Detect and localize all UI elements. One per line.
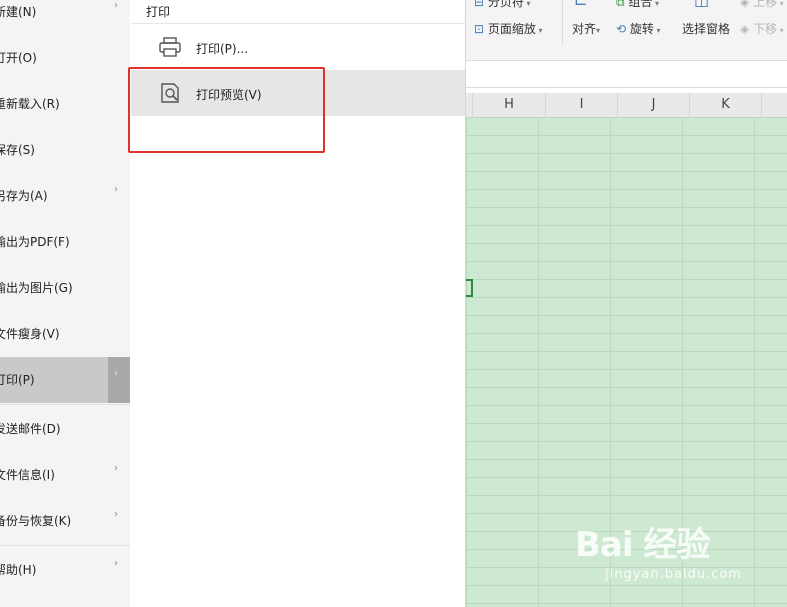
spreadsheet-grid[interactable] [466, 117, 787, 607]
menu-divider [0, 545, 130, 546]
menu-item-reload[interactable]: 重新载入(R) [0, 81, 130, 127]
move-down-label: 下移 [753, 22, 778, 36]
rotate-button[interactable]: ⟲ 旋转 ▾ [616, 20, 660, 37]
menu-item-label: 发送邮件(D) [0, 422, 61, 436]
move-up-label: 上移 [753, 0, 778, 9]
submenu-title: 打印 [146, 5, 171, 19]
page-break-button[interactable]: ⊟ 分页符 ▾ [474, 0, 530, 10]
align-label: 对齐 [572, 22, 597, 36]
column-header-j[interactable]: J [618, 93, 690, 117]
page-break-icon: ⊟ [474, 0, 485, 9]
menu-item-label: 备份与恢复(K) [0, 514, 72, 528]
menu-item-label: 打印(P) [0, 373, 35, 387]
menu-item-label: 输出为PDF(F) [0, 235, 70, 249]
print-button[interactable]: 打印(P)... [131, 24, 465, 70]
selection-pane-icon: ◫ [694, 0, 709, 9]
menu-item-label: 输出为图片(G) [0, 281, 73, 295]
menu-item-label: 打开(O) [0, 51, 37, 65]
menu-item-label: 帮助(H) [0, 563, 37, 577]
ribbon-toolbar: ⊟ 分页符 ▾ ⊡ 页面缩放 ▾ ⊏ 对齐▾ ⧉ 组合 ▾ ⟲ 旋转 ▾ ◫ 选… [466, 0, 787, 61]
menu-item-label: 保存(S) [0, 143, 35, 157]
chevron-right-icon: › [114, 0, 118, 11]
rotate-icon: ⟲ [616, 22, 627, 36]
group-icon: ⧉ [616, 0, 625, 9]
menu-item-backup-restore[interactable]: 备份与恢复(K) › [0, 498, 130, 544]
page-zoom-button[interactable]: ⊡ 页面缩放 ▾ [474, 20, 542, 37]
menu-divider [0, 404, 130, 405]
submenu-arrow-cell[interactable] [108, 357, 130, 403]
column-header-i[interactable]: I [546, 93, 618, 117]
chevron-right-icon: › [114, 509, 118, 520]
menu-item-file-info[interactable]: 文件信息(I) › [0, 452, 130, 498]
menu-item-help[interactable]: 帮助(H) › [0, 547, 130, 593]
chevron-right-icon: › [114, 558, 118, 569]
column-header-row: H I J K [466, 93, 787, 118]
print-preview-icon [158, 82, 182, 104]
print-preview-label: 打印预览(V) [196, 88, 262, 102]
move-up-icon: ◈ [740, 0, 750, 9]
page-zoom-icon: ⊡ [474, 22, 485, 36]
menu-item-save-as[interactable]: 另存为(A) › [0, 173, 130, 219]
print-submenu: 打印 打印(P)... 打印预览(V) [131, 0, 466, 607]
chevron-right-icon: › [114, 368, 118, 379]
align-button[interactable]: 对齐▾ [572, 20, 600, 37]
menu-item-label: 重新载入(R) [0, 97, 60, 111]
selection-pane-label: 选择窗格 [682, 22, 731, 36]
menu-item-send-mail[interactable]: 发送邮件(D) [0, 406, 130, 452]
formula-bar[interactable] [466, 61, 787, 88]
page-zoom-label: 页面缩放 [487, 22, 536, 36]
selection-pane-button[interactable]: 选择窗格 [682, 20, 730, 37]
align-icon[interactable]: ⊏ [574, 0, 587, 9]
column-header-h[interactable]: H [473, 93, 546, 117]
menu-item-save[interactable]: 保存(S) [0, 127, 130, 173]
group-label: 组合 [628, 0, 653, 9]
move-down-icon: ◈ [740, 22, 750, 36]
chevron-right-icon: › [114, 184, 118, 195]
ribbon-separator [562, 0, 563, 46]
column-header-k[interactable]: K [690, 93, 762, 117]
menu-item-export-image[interactable]: 输出为图片(G) [0, 265, 130, 311]
active-cell-border [466, 279, 473, 297]
menu-item-new[interactable]: 新建(N) › [0, 0, 130, 35]
print-preview-button[interactable]: 打印预览(V) [131, 70, 465, 116]
rotate-label: 旋转 [629, 22, 654, 36]
printer-icon [158, 36, 182, 58]
move-up-button[interactable]: ◈ 上移 ▾ [740, 0, 784, 10]
menu-item-open[interactable]: 打开(O) [0, 35, 130, 81]
menu-item-label: 文件瘦身(V) [0, 327, 60, 341]
page-break-label: 分页符 [487, 0, 524, 9]
print-label: 打印(P)... [196, 42, 249, 56]
menu-item-label: 新建(N) [0, 5, 37, 19]
menu-item-print[interactable]: 打印(P) › [0, 357, 130, 403]
menu-item-label: 另存为(A) [0, 189, 48, 203]
menu-item-export-pdf[interactable]: 输出为PDF(F) [0, 219, 130, 265]
menu-item-label: 文件信息(I) [0, 468, 55, 482]
file-menu: 新建(N) › 打开(O) 重新载入(R) 保存(S) 另存为(A) › 输出为… [0, 0, 130, 607]
chevron-right-icon: › [114, 463, 118, 474]
group-button[interactable]: ⧉ 组合 ▾ [616, 0, 659, 10]
move-down-button[interactable]: ◈ 下移 ▾ [740, 20, 784, 37]
menu-item-file-slim[interactable]: 文件瘦身(V) [0, 311, 130, 357]
column-header-partial[interactable] [466, 93, 473, 117]
